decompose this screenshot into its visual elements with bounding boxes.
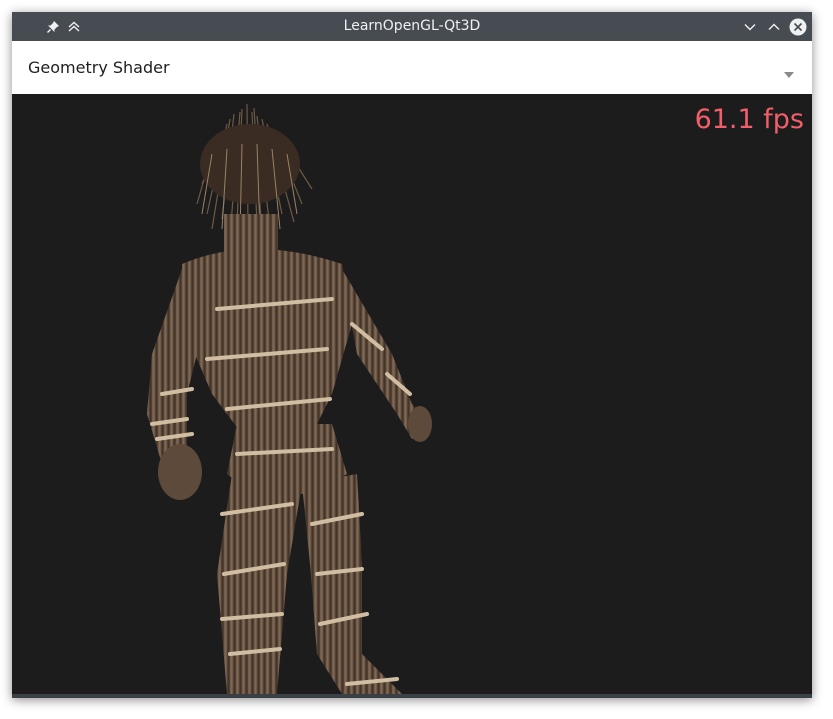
shader-select[interactable]: Geometry Shader xyxy=(12,41,812,94)
title-bar[interactable]: LearnOpenGL-Qt3D xyxy=(12,12,812,41)
minimize-icon[interactable] xyxy=(739,16,761,38)
nanosuit-model xyxy=(147,103,432,694)
window-title: LearnOpenGL-Qt3D xyxy=(343,18,481,34)
chevron-down-icon xyxy=(784,65,794,83)
maximize-icon[interactable] xyxy=(763,16,785,38)
render-viewport[interactable]: 61.1 fps xyxy=(12,94,812,694)
toolbar: Geometry Shader xyxy=(12,41,812,94)
shader-select-value: Geometry Shader xyxy=(28,58,170,77)
window-bottom-border xyxy=(12,694,812,698)
fps-counter: 61.1 fps xyxy=(694,104,804,135)
app-window: LearnOpenGL-Qt3D Geometry Shader 61.1 fp… xyxy=(12,12,812,698)
close-icon[interactable] xyxy=(787,16,809,38)
